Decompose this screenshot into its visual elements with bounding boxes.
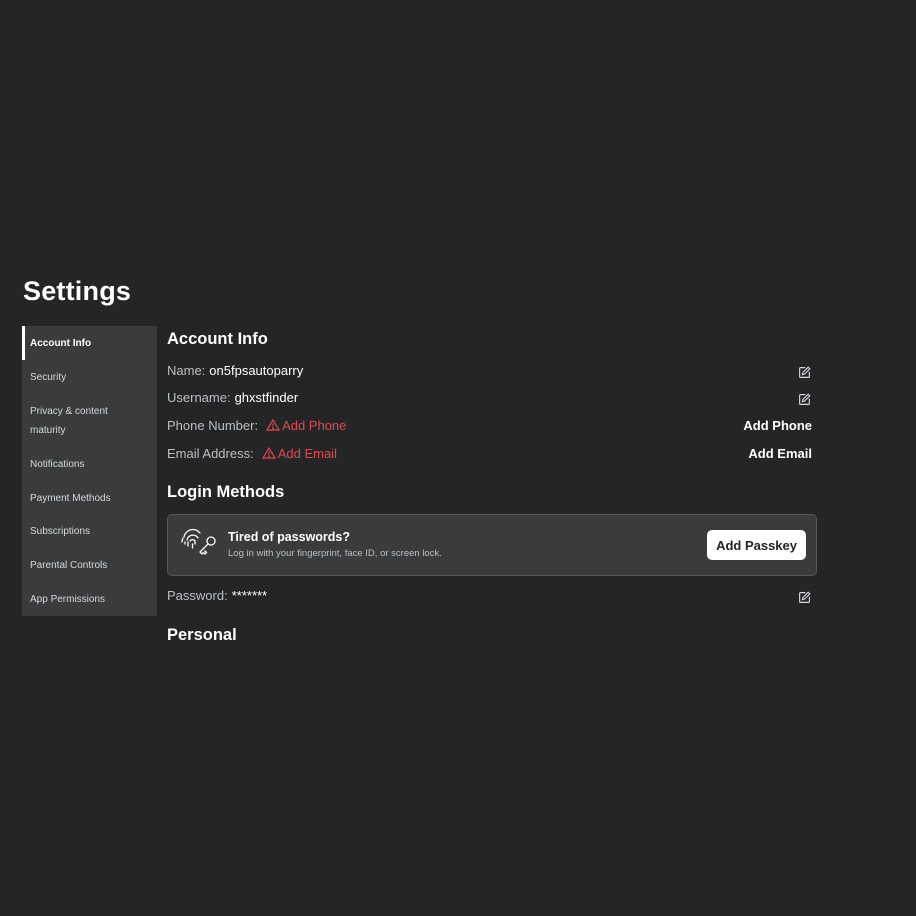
sidebar-item-label: Security	[30, 371, 67, 383]
account-info-heading: Account Info	[167, 330, 268, 348]
sidebar-item-label: Privacy & content maturity	[30, 405, 108, 436]
phone-warning-text: Add Phone	[282, 417, 347, 433]
sidebar-item-account-info[interactable]: Account Info	[22, 326, 157, 360]
sidebar-item-label: Payment Methods	[30, 492, 111, 504]
password-row: Password: *******	[167, 585, 817, 605]
add-email-button[interactable]: Add Email	[748, 446, 812, 461]
phone-label: Phone Number:	[167, 417, 259, 433]
email-row: Email Address: Add Email Add Email	[167, 443, 817, 463]
edit-username-icon[interactable]	[796, 391, 812, 407]
phone-warning: Add Phone	[266, 418, 346, 433]
edit-password-icon[interactable]	[796, 589, 812, 605]
add-phone-button[interactable]: Add Phone	[743, 418, 812, 433]
username-value: ghxstfinder	[234, 389, 299, 405]
email-label: Email Address:	[167, 445, 254, 461]
edit-name-icon[interactable]	[796, 364, 812, 380]
email-warning: Add Email	[261, 445, 337, 461]
username-label: Username:	[167, 389, 231, 405]
sidebar-item-privacy[interactable]: Privacy & content maturity	[22, 394, 157, 447]
personal-heading: Personal	[167, 626, 237, 644]
password-value: *******	[231, 587, 268, 603]
email-warning-text: Add Email	[277, 445, 337, 461]
sidebar-item-payment-methods[interactable]: Payment Methods	[22, 481, 157, 515]
name-value: on5fpsautoparry	[209, 362, 304, 378]
sidebar-item-notifications[interactable]: Notifications	[22, 447, 157, 481]
name-label: Name:	[167, 362, 206, 378]
warning-triangle-icon	[266, 419, 281, 431]
passkey-title: Tired of passwords?	[228, 530, 351, 544]
settings-page: Settings Account Info Security Privacy &…	[0, 0, 916, 916]
sidebar-item-security[interactable]: Security	[22, 360, 157, 394]
page-title: Settings	[23, 276, 132, 306]
warning-triangle-icon	[261, 447, 276, 459]
sidebar-item-app-permissions[interactable]: App Permissions	[22, 582, 157, 616]
name-row: Name: on5fpsautoparry	[167, 360, 817, 380]
sidebar-item-label: Subscriptions	[30, 526, 91, 537]
username-row: Username: ghxstfinder	[167, 387, 817, 407]
sidebar-item-label: Account Info	[30, 337, 92, 349]
phone-row: Phone Number: Add Phone Add Phone	[167, 415, 817, 435]
add-passkey-button[interactable]: Add Passkey	[707, 530, 806, 560]
sidebar-item-parental-controls[interactable]: Parental Controls	[22, 548, 157, 582]
sidebar-item-subscriptions[interactable]: Subscriptions	[22, 515, 157, 548]
sidebar-item-label: Notifications	[30, 458, 85, 470]
passkey-subtitle: Log in with your fingerprint, face ID, o…	[228, 548, 442, 559]
fingerprint-key-icon	[180, 527, 218, 566]
sidebar-item-label: App Permissions	[30, 593, 106, 605]
password-label: Password:	[167, 587, 228, 603]
passkey-banner: Tired of passwords? Log in with your fin…	[167, 514, 817, 576]
sidebar-item-label: Parental Controls	[30, 559, 108, 571]
login-methods-heading: Login Methods	[167, 483, 285, 501]
settings-sidebar: Account Info Security Privacy & content …	[22, 326, 157, 616]
